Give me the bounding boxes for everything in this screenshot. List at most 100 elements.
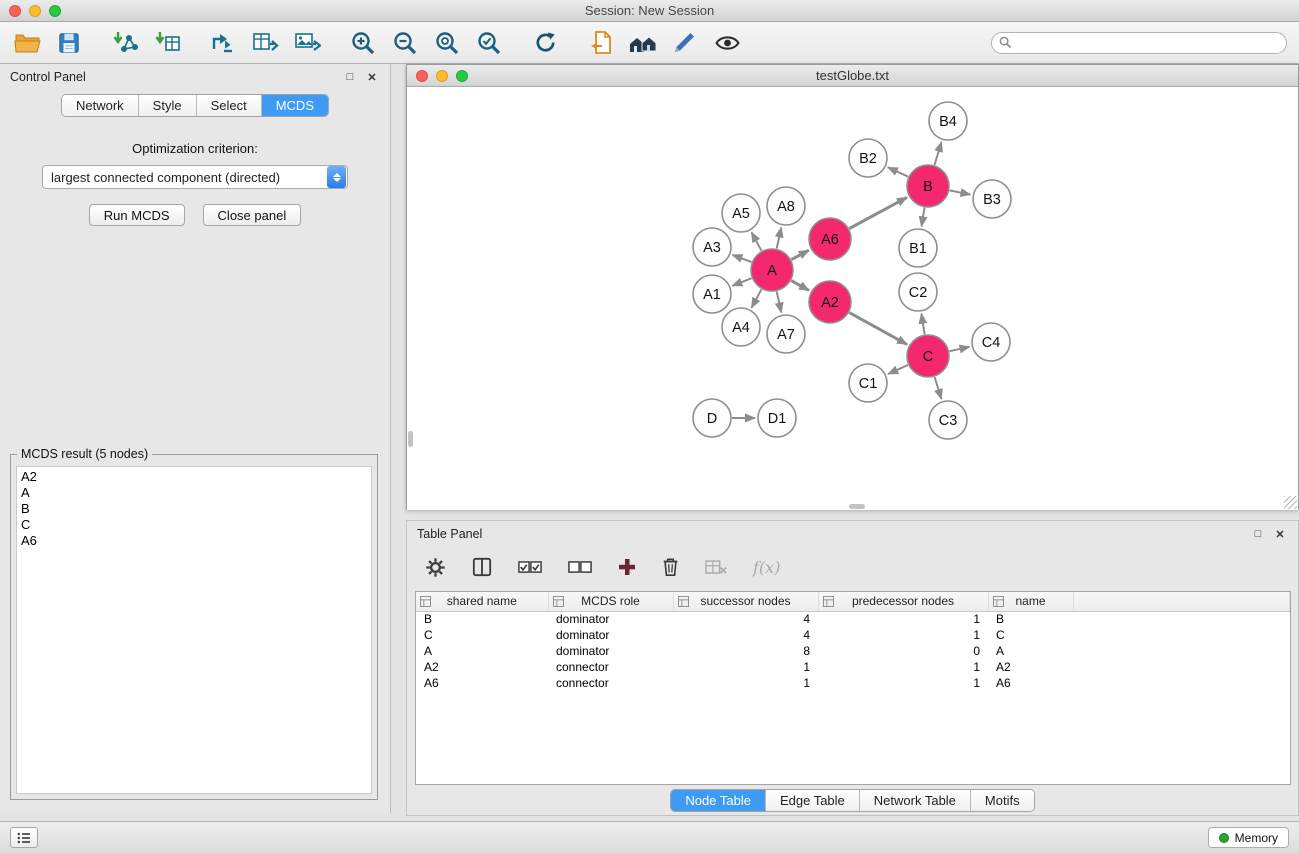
column-header-successor-nodes[interactable]: successor nodes <box>673 592 818 611</box>
mcds-result-item[interactable]: C <box>17 517 371 533</box>
edge-C-C4[interactable] <box>950 347 970 351</box>
edge-B-B1[interactable] <box>922 208 925 227</box>
clear-table-button[interactable] <box>705 554 727 580</box>
show-columns-button[interactable] <box>472 554 492 580</box>
task-history-button[interactable] <box>10 827 38 848</box>
function-builder-button[interactable]: f(x) <box>753 554 780 580</box>
tab-node-table[interactable]: Node Table <box>671 790 765 811</box>
tab-motifs[interactable]: Motifs <box>970 790 1034 811</box>
zoom-out-button[interactable] <box>390 28 420 58</box>
node-A8[interactable]: A8 <box>767 187 805 225</box>
delete-column-button[interactable] <box>662 554 679 580</box>
import-table-button[interactable] <box>152 28 182 58</box>
column-header-mcds-role[interactable]: MCDS role <box>548 592 673 611</box>
cell-shared-name[interactable]: A2 <box>416 659 548 675</box>
network-zoom-button[interactable] <box>456 70 468 82</box>
horizontal-scrollbar-thumb[interactable] <box>849 504 865 509</box>
float-table-panel-icon[interactable]: □ <box>1250 528 1266 540</box>
cell-mcds-role[interactable]: dominator <box>548 611 673 627</box>
cell-name[interactable]: A6 <box>988 675 1073 691</box>
edge-A-A7[interactable] <box>777 292 782 313</box>
network-minimize-button[interactable] <box>436 70 448 82</box>
node-D1[interactable]: D1 <box>758 399 796 437</box>
node-A2[interactable]: A2 <box>809 281 851 323</box>
zoom-fit-button[interactable] <box>432 28 462 58</box>
edge-A-A6[interactable] <box>791 250 808 259</box>
cell-name[interactable]: A <box>988 643 1073 659</box>
close-table-panel-icon[interactable]: ✕ <box>1272 528 1288 541</box>
node-B2[interactable]: B2 <box>849 139 887 177</box>
home-views-button[interactable] <box>628 28 658 58</box>
cell-mcds-role[interactable]: dominator <box>548 643 673 659</box>
optimization-select[interactable]: largest connected component (directed) <box>42 165 348 189</box>
cell-mcds-role[interactable]: dominator <box>548 627 673 643</box>
refresh-button[interactable] <box>530 28 560 58</box>
close-panel-icon[interactable]: ✕ <box>364 71 380 84</box>
resize-handle[interactable] <box>1284 496 1297 509</box>
toggle-visibility-button[interactable] <box>712 28 742 58</box>
run-mcds-button[interactable]: Run MCDS <box>89 204 185 226</box>
add-column-button[interactable] <box>618 554 636 580</box>
node-B3[interactable]: B3 <box>973 180 1011 218</box>
cell-shared-name[interactable]: A <box>416 643 548 659</box>
export-network-button[interactable] <box>208 28 238 58</box>
vertical-scrollbar-thumb[interactable] <box>408 431 413 447</box>
table-row[interactable]: Cdominator41C <box>416 627 1290 643</box>
tab-mcds[interactable]: MCDS <box>261 95 328 116</box>
mcds-result-item[interactable]: A <box>17 485 371 501</box>
close-panel-button[interactable]: Close panel <box>203 204 302 226</box>
edge-A-A1[interactable] <box>732 278 751 286</box>
search-input[interactable] <box>991 32 1287 54</box>
node-D[interactable]: D <box>693 399 731 437</box>
cell-successor-nodes[interactable]: 4 <box>673 627 818 643</box>
node-A1[interactable]: A1 <box>693 275 731 313</box>
deselect-all-columns-button[interactable] <box>568 554 592 580</box>
edge-A-A8[interactable] <box>777 228 782 249</box>
minimize-window-button[interactable] <box>29 5 41 17</box>
node-A6[interactable]: A6 <box>809 218 851 260</box>
cell-mcds-role[interactable]: connector <box>548 659 673 675</box>
select-all-columns-button[interactable] <box>518 554 542 580</box>
cell-shared-name[interactable]: C <box>416 627 548 643</box>
mcds-result-item[interactable]: B <box>17 501 371 517</box>
cell-predecessor-nodes[interactable]: 0 <box>818 643 988 659</box>
paint-style-button[interactable] <box>670 28 700 58</box>
table-row[interactable]: A2connector11A2 <box>416 659 1290 675</box>
cell-successor-nodes[interactable]: 1 <box>673 659 818 675</box>
edge-A6-B[interactable] <box>849 197 907 228</box>
cell-successor-nodes[interactable]: 1 <box>673 675 818 691</box>
edge-A-A4[interactable] <box>752 289 762 307</box>
zoom-window-button[interactable] <box>49 5 61 17</box>
cell-mcds-role[interactable]: connector <box>548 675 673 691</box>
tab-select[interactable]: Select <box>196 95 261 116</box>
edge-A-A2[interactable] <box>791 281 809 291</box>
cell-name[interactable]: C <box>988 627 1073 643</box>
edge-B-B2[interactable] <box>888 167 908 176</box>
node-C4[interactable]: C4 <box>972 323 1010 361</box>
node-C1[interactable]: C1 <box>849 364 887 402</box>
tab-edge-table[interactable]: Edge Table <box>765 790 859 811</box>
node-A7[interactable]: A7 <box>767 315 805 353</box>
table-row[interactable]: Adominator80A <box>416 643 1290 659</box>
save-session-button[interactable] <box>54 28 84 58</box>
column-header-shared-name[interactable]: shared name <box>416 592 548 611</box>
close-window-button[interactable] <box>9 5 21 17</box>
edge-A2-C[interactable] <box>849 313 907 345</box>
node-A[interactable]: A <box>751 249 793 291</box>
cell-predecessor-nodes[interactable]: 1 <box>818 675 988 691</box>
node-B4[interactable]: B4 <box>929 102 967 140</box>
node-A4[interactable]: A4 <box>722 308 760 346</box>
mcds-result-item[interactable]: A2 <box>17 469 371 485</box>
document-arrow-button[interactable] <box>586 28 616 58</box>
cell-name[interactable]: B <box>988 611 1073 627</box>
network-close-button[interactable] <box>416 70 428 82</box>
column-header-predecessor-nodes[interactable]: predecessor nodes <box>818 592 988 611</box>
node-C3[interactable]: C3 <box>929 401 967 439</box>
node-B1[interactable]: B1 <box>899 229 937 267</box>
mcds-result-item[interactable]: A6 <box>17 533 371 549</box>
cell-shared-name[interactable]: B <box>416 611 548 627</box>
import-network-button[interactable] <box>110 28 140 58</box>
memory-button[interactable]: Memory <box>1208 827 1289 848</box>
table-row[interactable]: A6connector11A6 <box>416 675 1290 691</box>
edge-B-B4[interactable] <box>935 142 942 165</box>
